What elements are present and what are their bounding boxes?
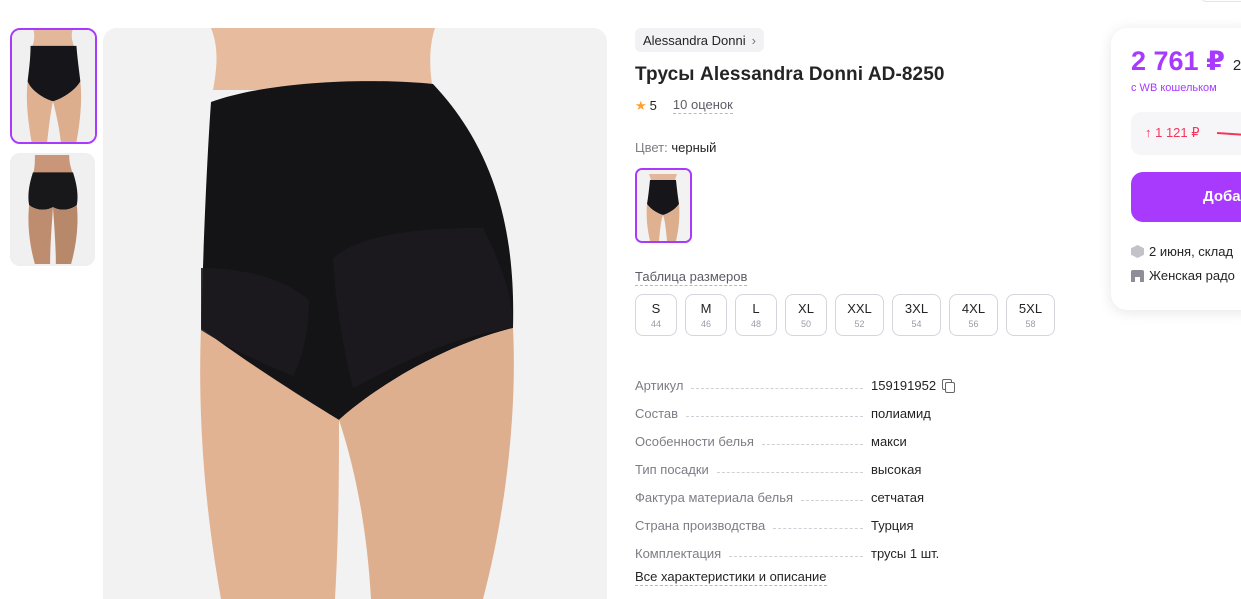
brand-link[interactable]: Alessandra Donni › <box>635 28 764 52</box>
size-ru: 52 <box>854 319 865 329</box>
color-value: черный <box>671 140 717 155</box>
size-ru: 50 <box>800 319 811 329</box>
spec-value: сетчатая <box>871 490 925 505</box>
seller-text: Женская радо <box>1149 268 1235 283</box>
color-label: Цвет: черный <box>635 140 1085 155</box>
size-ru: 54 <box>911 319 922 329</box>
thumbnail-front[interactable] <box>10 28 97 144</box>
color-label-text: Цвет: <box>635 140 668 155</box>
copy-icon[interactable] <box>942 379 956 393</box>
spec-key: Особенности белья <box>635 434 754 449</box>
spec-value: трусы 1 шт. <box>871 546 940 561</box>
spec-value: Турция <box>871 518 914 533</box>
spec-row: Страна производства Турция <box>635 505 1055 533</box>
specs-table: Артикул 159191952 Состав полиамид Особен… <box>635 365 1055 561</box>
chevron-right-icon: › <box>751 32 756 48</box>
price-row: 2 761 ₽ 2 <box>1131 46 1241 77</box>
delivery-info: 2 июня, склад <box>1131 244 1233 259</box>
star-icon: ★ <box>635 97 647 113</box>
spec-key: Страна производства <box>635 518 766 533</box>
box-icon <box>1131 245 1144 258</box>
spec-value: полиамид <box>871 406 931 421</box>
size-ru: 48 <box>750 319 761 329</box>
article-number[interactable]: 159191952 <box>871 378 936 393</box>
price-card: 2 761 ₽ 2 с WB кошельком ↑ 1 121 ₽ Доба … <box>1111 28 1241 310</box>
reviews-link[interactable]: 10 оценок <box>672 97 733 114</box>
rating-value: 5 <box>649 98 657 113</box>
rating-row: ★ 5 10 оценок <box>635 97 1085 114</box>
spec-key: Комплектация <box>635 546 722 561</box>
spec-row: Состав полиамид <box>635 393 1055 421</box>
spec-row: Тип посадки высокая <box>635 449 1055 477</box>
spec-value: высокая <box>871 462 922 477</box>
main-product-photo[interactable] <box>103 28 607 599</box>
size-label: S <box>651 301 661 316</box>
size-option[interactable]: 3XL 54 <box>892 294 941 336</box>
size-option[interactable]: L 48 <box>735 294 777 336</box>
size-selector: S 44 M 46 L 48 XL 50 XXL 52 3XL 54 4XL 56 5XL 58 <box>635 294 1085 336</box>
seller-info[interactable]: Женская радо <box>1131 268 1235 283</box>
price-chart-line <box>1216 131 1241 136</box>
product-info: Alessandra Donni › Трусы Alessandra Donn… <box>635 28 1085 586</box>
spec-key: Состав <box>635 406 679 421</box>
spec-row: Комплектация трусы 1 шт. <box>635 533 1055 561</box>
size-label: 5XL <box>1018 301 1043 316</box>
delivery-text: 2 июня, склад <box>1149 244 1234 259</box>
size-label: XL <box>798 301 814 316</box>
spec-row: Особенности белья макси <box>635 421 1055 449</box>
current-price: 2 761 ₽ <box>1131 46 1225 76</box>
size-option[interactable]: XL 50 <box>785 294 827 336</box>
wallet-note[interactable]: с WB кошельком <box>1131 82 1217 94</box>
thumbnail-gallery <box>10 28 97 275</box>
size-option[interactable]: 5XL 58 <box>1006 294 1055 336</box>
thumbnail-front-image <box>12 30 95 142</box>
spec-key: Фактура материала белья <box>635 490 794 505</box>
thumbnail-back[interactable] <box>10 153 95 266</box>
color-swatch-image <box>637 170 690 241</box>
color-swatch-black[interactable] <box>635 168 692 243</box>
size-label: M <box>700 301 712 316</box>
size-option[interactable]: XXL 52 <box>835 294 884 336</box>
thumbnail-back-image <box>12 155 93 264</box>
size-table-link[interactable]: Таблица размеров <box>635 269 748 286</box>
size-option[interactable]: M 46 <box>685 294 727 336</box>
store-icon <box>1131 269 1144 282</box>
size-ru: 46 <box>700 319 711 329</box>
spec-value: макси <box>871 434 907 449</box>
add-to-cart-button[interactable]: Доба <box>1131 172 1241 222</box>
size-label: XXL <box>847 301 872 316</box>
old-price: 2 <box>1232 57 1241 74</box>
size-ru: 44 <box>650 319 661 329</box>
product-title: Трусы Alessandra Donni AD-8250 <box>635 64 945 85</box>
size-option[interactable]: S 44 <box>635 294 677 336</box>
brand-name: Alessandra Donni <box>643 32 746 48</box>
size-label: L <box>752 301 760 316</box>
spec-row: Артикул 159191952 <box>635 365 1055 393</box>
size-label: 3XL <box>904 301 929 316</box>
product-photo-image <box>103 28 607 599</box>
spec-key: Тип посадки <box>635 462 709 477</box>
size-ru: 56 <box>968 319 979 329</box>
size-option[interactable]: 4XL 56 <box>949 294 998 336</box>
top-corner-decoration <box>1199 0 1241 2</box>
size-ru: 58 <box>1025 319 1036 329</box>
spec-key: Артикул <box>635 378 684 393</box>
price-history-box[interactable]: ↑ 1 121 ₽ <box>1131 112 1241 155</box>
all-characteristics-link[interactable]: Все характеристики и описание <box>635 569 827 586</box>
price-change: ↑ 1 121 ₽ <box>1145 125 1200 140</box>
size-label: 4XL <box>961 301 986 316</box>
spec-row: Фактура материала белья сетчатая <box>635 477 1055 505</box>
